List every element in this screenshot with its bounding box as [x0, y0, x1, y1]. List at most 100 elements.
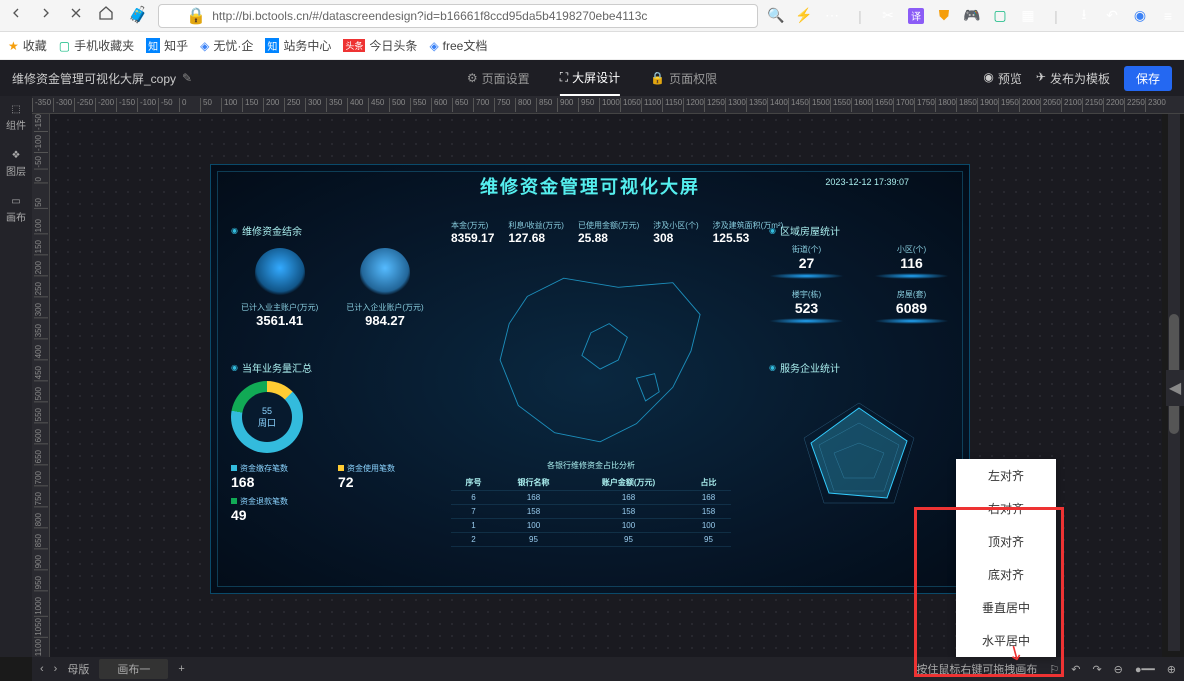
table-title: 各银行维修资金占比分析 — [451, 460, 731, 471]
context-menu-item[interactable]: 底对齐 — [956, 558, 1056, 591]
add-tab-icon[interactable]: + — [178, 663, 184, 675]
redo-icon[interactable]: ↷ — [1092, 663, 1101, 676]
sync-icon[interactable]: ◉ — [1132, 8, 1148, 24]
tool-canvas[interactable]: ▭画布 — [6, 196, 26, 224]
search-icon[interactable]: 🔍 — [768, 8, 784, 24]
table-row: 1100100100 — [451, 519, 731, 533]
briefcase-icon[interactable]: 🧳 — [128, 5, 148, 26]
translate-icon[interactable]: 译 — [908, 8, 924, 24]
game-icon[interactable]: 🎮 — [964, 8, 980, 24]
right-panel-toggle[interactable]: ◀ — [1166, 370, 1184, 406]
eye-icon: ◉ — [983, 70, 993, 87]
screen-icon: ⛶ — [560, 70, 568, 85]
donut-label: 周口 — [258, 416, 276, 429]
section-heading: 维修资金结余 — [231, 223, 431, 238]
app-header: 维修资金管理可视化大屏_copy ✎ ⚙页面设置 ⛶大屏设计 🔒页面权限 ◉预览… — [0, 60, 1184, 96]
table-header: 占比 — [686, 475, 731, 491]
home-icon[interactable] — [98, 5, 114, 26]
biz-stat: 资金使用笔数72 — [338, 463, 431, 490]
donut-chart: 55 周口 — [231, 381, 303, 453]
context-menu-item[interactable]: 右对齐 — [956, 492, 1056, 525]
canvas-tab[interactable]: 画布一 — [99, 659, 168, 679]
china-map — [451, 260, 731, 460]
scissors-icon[interactable]: ✂ — [880, 8, 896, 24]
bookmark-wuyou[interactable]: ◈无忧·企 — [200, 37, 253, 54]
flash-icon[interactable]: ⚡ — [796, 8, 812, 24]
app-title: 维修资金管理可视化大屏_copy ✎ — [12, 70, 192, 87]
tab-page-perm[interactable]: 🔒页面权限 — [650, 61, 717, 96]
menu-icon[interactable]: ≡ — [1160, 8, 1176, 24]
kpi-item: 已使用金额(万元)25.88 — [578, 220, 639, 245]
tool-components[interactable]: ⬚组件 — [6, 104, 26, 132]
fund-owner: 已计入业主账户(万元) 3561.41 — [241, 248, 318, 328]
ruler-vertical: -150-100-5005010015020025030035040045050… — [32, 114, 50, 657]
bookmark-mobile[interactable]: ▢手机收藏夹 — [59, 37, 134, 54]
kpi-item: 利息/收益(万元)127.68 — [508, 220, 564, 245]
divider: | — [1048, 8, 1064, 24]
context-menu: 左对齐右对齐顶对齐底对齐垂直居中水平居中 — [956, 459, 1056, 657]
donut-value: 55 — [262, 406, 272, 416]
prev-icon[interactable]: ‹ — [40, 663, 44, 675]
preview-button[interactable]: ◉预览 — [983, 70, 1022, 87]
dashboard-screen[interactable]: 维修资金管理可视化大屏 2023-12-12 17:39:07 维修资金结余 已… — [210, 164, 970, 594]
tool-layers[interactable]: ❖图层 — [6, 150, 26, 178]
url-input[interactable] — [212, 9, 749, 23]
section-heading: 当年业务量汇总 — [231, 360, 431, 375]
context-menu-item[interactable]: 顶对齐 — [956, 525, 1056, 558]
url-bar[interactable]: ⊕ 🔒 — [158, 4, 758, 28]
shield-icon: ⊕ — [167, 6, 180, 26]
table-header: 账户金额(万元) — [571, 475, 686, 491]
panel-region-stats: 区域房屋统计 街道(个)27小区(个)116楼宇(栋)523房屋(套)6089 — [769, 223, 949, 324]
bookmark-toutiao[interactable]: 头条今日头条 — [343, 37, 417, 54]
bookmark-freedoc[interactable]: ◈free文档 — [429, 37, 487, 54]
owner-icon — [255, 248, 305, 298]
canvas-icon: ▭ — [11, 196, 20, 207]
save-button[interactable]: 保存 — [1124, 66, 1172, 91]
kpi-item: 涉及小区(个)308 — [653, 220, 698, 245]
zoom-in-icon[interactable]: ⊕ — [1167, 663, 1176, 676]
zoom-out-icon[interactable]: ⊖ — [1114, 663, 1123, 676]
fund-enterprise: 已计入企业账户(万元) 984.27 — [346, 248, 423, 328]
undo-icon[interactable]: ↶ — [1071, 663, 1080, 676]
lock-icon: 🔒 — [186, 6, 206, 26]
more-icon[interactable]: ⋯ — [824, 8, 840, 24]
shield2-icon[interactable]: ⛊ — [936, 8, 952, 24]
next-icon[interactable]: › — [54, 663, 58, 675]
divider: | — [852, 8, 868, 24]
dashboard-timestamp: 2023-12-12 17:39:07 — [825, 177, 909, 187]
section-heading: 服务企业统计 — [769, 360, 949, 375]
close-icon[interactable] — [68, 5, 84, 26]
biz-stat: 资金缴存笔数168 — [231, 463, 324, 490]
panel-fund-balance: 维修资金结余 已计入业主账户(万元) 3561.41 已计入企业账户(万元) 9… — [231, 223, 431, 328]
section-heading: 区域房屋统计 — [769, 223, 949, 238]
kpi-item: 本金(万元)8359.17 — [451, 220, 494, 245]
left-tool-strip: ⬚组件 ❖图层 ▭画布 — [0, 96, 32, 657]
browser-toolbar: 🧳 ⊕ 🔒 🔍 ⚡ ⋯ | ✂ 译 ⛊ 🎮 ▢ ▦ | ⭳ ↶ ◉ ≡ — [0, 0, 1184, 32]
panel-service-enterprise: 服务企业统计 — [769, 360, 949, 533]
bookmark-zhanwu[interactable]: 知站务中心 — [265, 37, 331, 54]
flag-icon[interactable]: ⚐ — [1049, 663, 1059, 676]
undo-icon[interactable]: ↶ — [1104, 8, 1120, 24]
forward-icon[interactable] — [38, 5, 54, 26]
tab-screen-design[interactable]: ⛶大屏设计 — [560, 61, 620, 96]
context-menu-item[interactable]: 左对齐 — [956, 459, 1056, 492]
tab-page-settings[interactable]: ⚙页面设置 — [467, 61, 530, 96]
bookmark-zhihu[interactable]: 知知乎 — [146, 37, 188, 54]
grid-icon[interactable]: ▦ — [1020, 8, 1036, 24]
table-row: 2959595 — [451, 533, 731, 547]
zoom-slider[interactable]: ●━━ — [1135, 663, 1155, 676]
cube-icon: ⬚ — [11, 104, 20, 115]
region-item: 房屋(套)6089 — [874, 289, 949, 324]
table-header: 序号 — [451, 475, 496, 491]
back-icon[interactable] — [8, 5, 24, 26]
bank-table: 各银行维修资金占比分析 序号银行名称账户金额(万元)占比616816816871… — [451, 460, 731, 547]
publish-button[interactable]: ✈发布为模板 — [1036, 70, 1110, 87]
download-icon[interactable]: ⭳ — [1076, 8, 1092, 24]
context-menu-item[interactable]: 垂直居中 — [956, 591, 1056, 624]
biz-stat: 资金退款笔数49 — [231, 496, 324, 523]
layers-icon: ❖ — [12, 150, 21, 161]
master-label[interactable]: 母版 — [67, 661, 89, 677]
edit-icon[interactable]: ✎ — [182, 71, 192, 85]
bookmark-fav[interactable]: ★收藏 — [8, 37, 47, 54]
book-icon[interactable]: ▢ — [992, 8, 1008, 24]
